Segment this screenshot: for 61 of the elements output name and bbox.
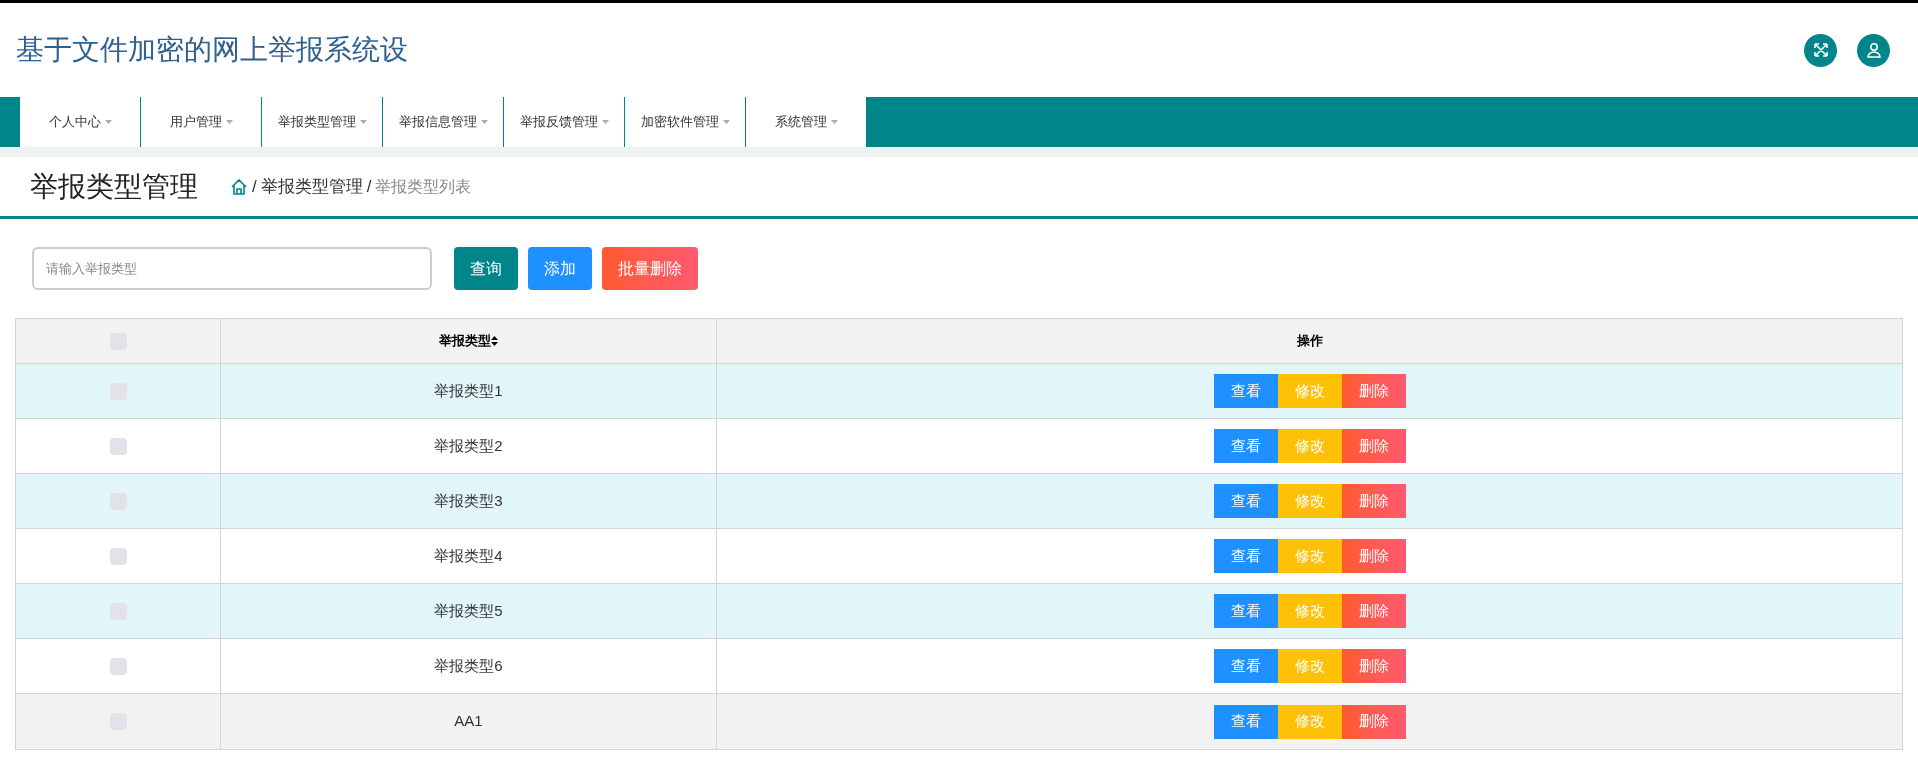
edit-button[interactable]: 修改 <box>1277 429 1342 463</box>
nav-menu-item[interactable]: 举报信息管理 <box>383 97 503 147</box>
table-cell-text: 举报类型6 <box>434 655 503 676</box>
edit-button[interactable]: 修改 <box>1277 484 1342 518</box>
nav-menu-item[interactable]: 加密软件管理 <box>625 97 745 147</box>
nav-menu-item[interactable]: 举报反馈管理 <box>504 97 624 147</box>
view-button[interactable]: 查看 <box>1213 429 1278 463</box>
breadcrumb-separator: / <box>252 175 257 198</box>
breadcrumb-item[interactable]: 举报类型管理 <box>260 173 363 200</box>
caret-icon <box>225 120 233 124</box>
view-button[interactable]: 查看 <box>1213 649 1278 683</box>
view-button[interactable]: 查看 <box>1213 704 1278 739</box>
view-button[interactable]: 查看 <box>1213 594 1278 628</box>
nav-menu-item[interactable]: 用户管理 <box>141 97 261 147</box>
fullscreen-icon[interactable] <box>1804 33 1837 67</box>
batch-delete-button[interactable]: 批量删除 <box>602 247 698 290</box>
breadcrumb-separator: / <box>366 175 372 198</box>
delete-button[interactable]: 删除 <box>1341 429 1406 463</box>
table-cell-text: 举报类型1 <box>434 380 503 401</box>
site-title: 基于文件加密的网上举报系统设 <box>16 33 408 67</box>
add-button[interactable]: 添加 <box>528 247 592 290</box>
breadcrumb-item: 举报类型列表 <box>375 176 472 197</box>
caret-icon <box>359 120 367 124</box>
table-cell-text: 举报类型3 <box>434 490 503 511</box>
delete-button[interactable]: 删除 <box>1341 539 1406 573</box>
checkbox[interactable] <box>109 547 127 565</box>
nav-menu-item[interactable]: 举报类型管理 <box>262 97 382 147</box>
caret-icon <box>104 120 112 124</box>
caret-icon <box>830 120 838 124</box>
delete-button[interactable]: 删除 <box>1341 484 1406 518</box>
table-cell-text: 举报类型5 <box>434 600 503 621</box>
caret-icon <box>480 120 488 124</box>
view-button[interactable]: 查看 <box>1213 484 1278 518</box>
view-button[interactable]: 查看 <box>1213 374 1278 408</box>
sort-icon[interactable] <box>491 336 498 346</box>
edit-button[interactable]: 修改 <box>1277 704 1342 739</box>
column-header: 操作 <box>1296 332 1323 351</box>
user-icon[interactable] <box>1857 33 1890 67</box>
table-cell-text: AA1 <box>454 711 483 732</box>
table-cell-text: 举报类型2 <box>434 435 503 456</box>
delete-button[interactable]: 删除 <box>1341 649 1406 683</box>
edit-button[interactable]: 修改 <box>1277 594 1342 628</box>
edit-button[interactable]: 修改 <box>1277 374 1342 408</box>
delete-button[interactable]: 删除 <box>1341 704 1406 739</box>
caret-icon <box>601 120 609 124</box>
delete-button[interactable]: 删除 <box>1341 374 1406 408</box>
page-title: 举报类型管理 <box>30 169 198 204</box>
edit-button[interactable]: 修改 <box>1277 539 1342 573</box>
search-field[interactable]: 请输入举报类型 <box>32 247 432 290</box>
table-cell-text: 举报类型4 <box>434 545 503 566</box>
nav-menu-item[interactable]: 系统管理 <box>746 97 866 147</box>
checkbox[interactable] <box>109 657 127 675</box>
home-icon[interactable] <box>230 177 248 196</box>
view-button[interactable]: 查看 <box>1213 539 1278 573</box>
edit-button[interactable]: 修改 <box>1277 649 1342 683</box>
column-header[interactable]: 举报类型 <box>439 331 491 351</box>
query-button[interactable]: 查询 <box>454 247 518 290</box>
nav-menu-item[interactable]: 个人中心 <box>20 97 140 147</box>
delete-button[interactable]: 删除 <box>1341 594 1406 628</box>
caret-icon <box>722 120 730 124</box>
checkbox[interactable] <box>109 437 127 455</box>
